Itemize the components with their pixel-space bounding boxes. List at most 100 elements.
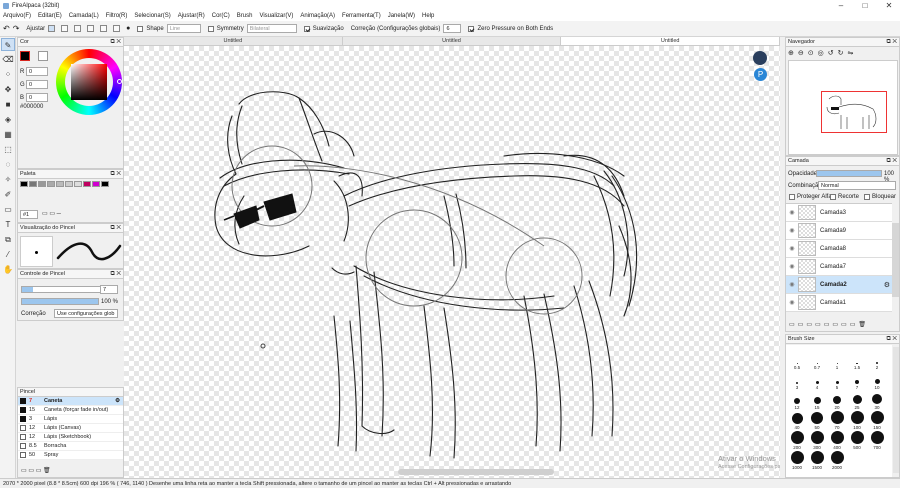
brush-size-cell[interactable]: 12 <box>788 390 806 410</box>
palette-swatch[interactable] <box>29 181 37 187</box>
panel-close-icon[interactable]: ⧉ ✕ <box>886 38 897 47</box>
brush-size-cell[interactable]: 1500 <box>808 450 826 470</box>
brush-correction-select[interactable]: Use configurações glob <box>54 309 118 318</box>
zero-pressure-checkbox[interactable] <box>468 25 475 32</box>
panel-close-icon[interactable]: ⧉ ✕ <box>110 38 121 47</box>
horizontal-scrollbar[interactable] <box>398 469 554 475</box>
menu-filter[interactable]: Filtro(R) <box>106 13 128 19</box>
minimize-button[interactable]: – <box>829 0 853 11</box>
eye-icon[interactable]: ◉ <box>786 281 798 288</box>
duplicate-brush-icon[interactable]: ▭ <box>36 468 42 474</box>
brush-size-cell[interactable]: 0.5 <box>788 350 806 370</box>
brush-size-cell[interactable]: 5 <box>828 370 846 390</box>
clipping-checkbox[interactable] <box>830 194 836 200</box>
select-tool-icon[interactable]: ⬚ <box>1 143 15 156</box>
eye-icon[interactable]: ◉ <box>786 263 798 270</box>
palette-selector[interactable]: #1 <box>20 210 38 219</box>
brush-size-cell[interactable]: 20 <box>828 390 846 410</box>
pressure-icon[interactable]: P <box>754 68 767 81</box>
lock-checkbox[interactable] <box>864 194 870 200</box>
tab-document-1[interactable]: Untitled <box>124 37 343 45</box>
palette-swatch[interactable] <box>65 181 73 187</box>
info-icon[interactable] <box>753 51 767 65</box>
b-input[interactable]: 0 <box>26 93 48 102</box>
stroke-mode-6-icon[interactable] <box>113 25 121 32</box>
stroke-mode-1-icon[interactable] <box>48 25 56 32</box>
layer-row[interactable]: ◉ Camada3 <box>786 204 892 222</box>
palette-add-icon[interactable]: ▭ ▭ ─ <box>42 210 61 217</box>
menu-window[interactable]: Janela(W) <box>388 13 415 19</box>
brush-list-item[interactable]: 12 Lápis (Sketchbook) <box>18 433 123 442</box>
add-brush-icon[interactable]: ▭ <box>21 468 27 474</box>
layer-row[interactable]: ◉ Camada9 <box>786 222 892 240</box>
eyedropper-icon[interactable]: ⁄ <box>1 248 15 261</box>
stroke-mode-3-icon[interactable] <box>74 25 82 32</box>
brush-size-cell[interactable]: 3 <box>788 370 806 390</box>
palette-swatch[interactable] <box>38 181 46 187</box>
background-color-swatch[interactable] <box>38 51 48 61</box>
brush-size-input[interactable]: 7 <box>100 285 118 294</box>
brush-size-cell[interactable]: 1 <box>828 350 846 370</box>
shape-checkbox[interactable] <box>137 25 144 32</box>
symmetry-select[interactable]: Bilateral <box>246 24 297 33</box>
saturation-square[interactable] <box>71 64 107 100</box>
brush-tool-icon[interactable]: ✎ <box>1 38 15 51</box>
brush-size-cell[interactable]: 2000 <box>828 450 846 470</box>
protect-alpha-checkbox[interactable] <box>789 194 795 200</box>
menu-select[interactable]: Selecionar(S) <box>134 13 170 19</box>
tab-document-3[interactable]: Untitled <box>561 37 781 45</box>
magic-wand-icon[interactable]: ✧ <box>1 173 15 186</box>
layer-row[interactable]: ◉ Camada2 ⚙ <box>786 276 892 294</box>
fill-rect-icon[interactable]: ■ <box>1 98 15 111</box>
menu-color[interactable]: Cor(C) <box>212 13 230 19</box>
gear-icon[interactable]: ⚙ <box>884 281 890 289</box>
dot-icon[interactable]: ● <box>126 25 130 32</box>
panel-close-icon[interactable]: ⧉ ✕ <box>886 335 897 344</box>
brush-size-cell[interactable]: 7 <box>848 370 866 390</box>
layer-row[interactable]: ◉ Camada1 <box>786 294 892 312</box>
lasso-tool-icon[interactable]: ◌ <box>1 158 15 171</box>
brush-size-cell[interactable]: 0.7 <box>808 350 826 370</box>
hand-tool-icon[interactable]: ✋ <box>1 263 15 276</box>
brush-size-cell[interactable]: 40 <box>788 410 806 430</box>
dot-tool-icon[interactable]: ⁘ <box>1 68 15 81</box>
zoom-in-icon[interactable]: ⊕ <box>788 50 798 57</box>
merge-down-icon[interactable]: ▭ <box>832 322 841 328</box>
eye-icon[interactable]: ◉ <box>786 245 798 252</box>
folder-brush-icon[interactable]: ▭ <box>28 468 34 474</box>
panel-close-icon[interactable]: ⧉ ✕ <box>110 270 121 279</box>
foreground-color-swatch[interactable] <box>20 51 30 61</box>
menu-adjust[interactable]: Ajustar(R) <box>178 13 205 19</box>
brush-size-cell[interactable]: 1000 <box>788 450 806 470</box>
drawing-canvas[interactable]: P Ativar o Windows Acesse Configurações … <box>124 46 780 478</box>
brush-size-cell[interactable]: 50 <box>808 410 826 430</box>
palette-swatch[interactable] <box>83 181 91 187</box>
add-folder-icon[interactable]: ▭ <box>815 322 824 328</box>
rotate-left-icon[interactable]: ↺ <box>828 50 838 57</box>
palette-swatch[interactable] <box>74 181 82 187</box>
clear-layer-icon[interactable]: ▭ <box>841 322 850 328</box>
symmetry-checkbox[interactable] <box>207 25 214 32</box>
panel-close-icon[interactable]: ⧉ ✕ <box>110 224 121 233</box>
gear-icon[interactable]: ⚙ <box>115 398 120 404</box>
palette-swatch[interactable] <box>56 181 64 187</box>
rotate-right-icon[interactable]: ↻ <box>838 50 848 57</box>
brush-opacity-slider[interactable] <box>21 298 99 305</box>
color-wheel[interactable] <box>56 49 122 115</box>
menu-layer[interactable]: Camada(L) <box>69 13 99 19</box>
tab-document-2[interactable]: Untitled <box>343 37 562 45</box>
brush-size-cell[interactable]: 4 <box>808 370 826 390</box>
correction-select[interactable]: 6 <box>443 24 462 33</box>
menu-animation[interactable]: Animação(A) <box>300 13 335 19</box>
select-pen-icon[interactable]: ✐ <box>1 188 15 201</box>
frame-divide-icon[interactable]: ⧉ <box>1 233 15 246</box>
brush-size-cell[interactable]: 300 <box>808 430 826 450</box>
select-eraser-icon[interactable]: ▭ <box>1 203 15 216</box>
brush-list-item[interactable]: 50 Spray <box>18 451 123 460</box>
palette-swatch[interactable] <box>47 181 55 187</box>
palette-swatch[interactable] <box>20 181 28 187</box>
layer-opacity-slider[interactable] <box>816 170 882 177</box>
stroke-mode-4-icon[interactable] <box>87 25 95 32</box>
panel-close-icon[interactable]: ⧉ ✕ <box>110 170 121 179</box>
menu-brush[interactable]: Brush <box>237 13 253 19</box>
